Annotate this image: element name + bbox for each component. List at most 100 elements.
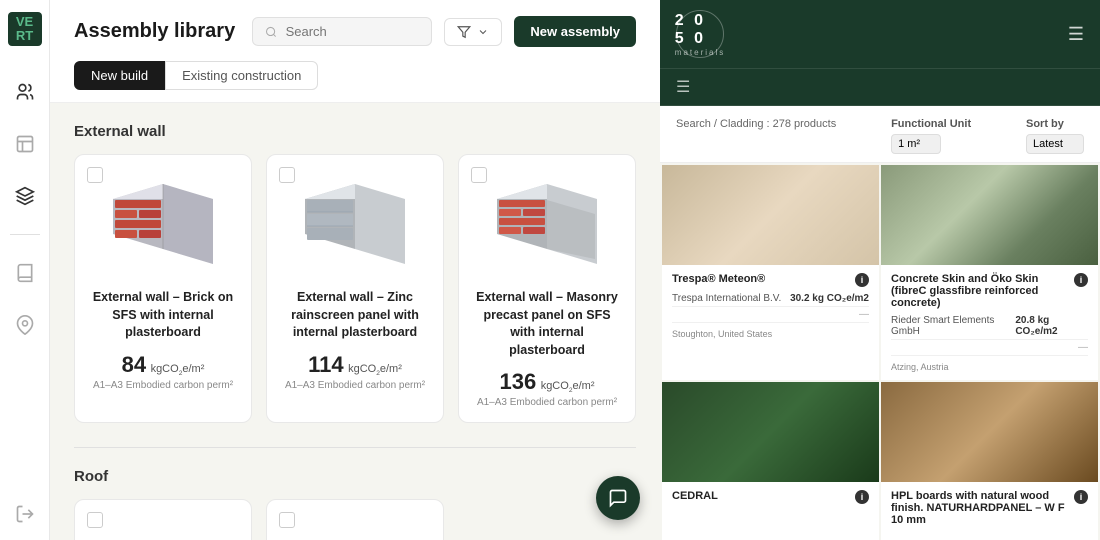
metric-label-trespa: Trespa International B.V. — [672, 293, 781, 304]
product-card-concrete[interactable]: Concrete Skin and Öko Skin (fibreC glass… — [881, 165, 1098, 380]
product-name-concrete: Concrete Skin and Öko Skin (fibreC glass… — [891, 273, 1088, 309]
product-card-trespa[interactable]: Trespa® Meteon® i Trespa International B… — [662, 165, 879, 380]
product-info-trespa: Trespa® Meteon® i Trespa International B… — [662, 265, 879, 347]
card-checkbox-roof-flat[interactable] — [87, 512, 103, 528]
right-content-header: Search / Cladding : 278 products Functio… — [660, 106, 1100, 163]
section-roof-title: Roof — [74, 468, 636, 485]
card-title-masonry: External wall – Masonry precast panel on… — [473, 289, 621, 359]
card-roof-flat[interactable] — [74, 499, 252, 540]
right-logo: 2 0 5 0 materials — [676, 10, 724, 58]
chevron-down-icon — [477, 26, 489, 38]
card-unit-brick: kgCO2e/m² — [151, 363, 205, 375]
card-masonry[interactable]: External wall – Masonry precast panel on… — [458, 154, 636, 423]
product-location-concrete: Atzing, Austria — [891, 362, 949, 372]
product-grid: Trespa® Meteon® i Trespa International B… — [660, 163, 1100, 540]
card-metrics-brick: 84 kgCO2e/m² A1–A3 Embodied carbon perm² — [89, 352, 237, 391]
page-title: Assembly library — [74, 20, 240, 43]
card-value-masonry: 136 — [500, 369, 537, 394]
metric-row2-trespa: — — [672, 309, 869, 323]
card-sub-brick: A1–A3 Embodied carbon perm² — [89, 380, 237, 391]
metric-brand-concrete: Rieder Smart Elements GmbH — [891, 315, 1015, 337]
filter-button[interactable] — [444, 18, 502, 46]
product-image-cedral — [662, 382, 879, 482]
card-brick[interactable]: External wall – Brick on SFS with intern… — [74, 154, 252, 423]
card-unit-zinc: kgCO2e/m² — [348, 363, 402, 375]
card-image-roof-flat — [89, 514, 237, 540]
functional-unit-label: Functional Unit — [891, 118, 971, 130]
new-assembly-button[interactable]: New assembly — [514, 16, 636, 47]
sidebar-item-building[interactable] — [11, 130, 39, 158]
product-card-cedral[interactable]: CEDRAL i — [662, 382, 879, 540]
card-image-brick — [89, 169, 237, 279]
product-image-trespa — [662, 165, 879, 265]
card-image-roof-green — [281, 514, 429, 540]
external-wall-cards: External wall – Brick on SFS with intern… — [74, 154, 636, 423]
product-info-concrete: Concrete Skin and Öko Skin (fibreC glass… — [881, 265, 1098, 380]
brick-wall-svg — [103, 174, 223, 274]
right-content: Search / Cladding : 278 products Functio… — [660, 106, 1100, 540]
sort-select[interactable]: Latest — [1026, 134, 1084, 154]
info-badge-cedral: i — [855, 490, 869, 504]
hamburger-icon[interactable]: ☰ — [1068, 24, 1084, 45]
zinc-wall-svg — [295, 174, 415, 274]
product-card-hpl[interactable]: HPL boards with natural wood finish. NAT… — [881, 382, 1098, 540]
card-image-zinc — [281, 169, 429, 279]
metric-row-co2-concrete: Rieder Smart Elements GmbH 20.8 kg CO₂e/… — [891, 315, 1088, 340]
assembly-body: External wall — [50, 103, 660, 540]
sidebar-item-users[interactable] — [11, 78, 39, 106]
product-metrics-trespa: Trespa International B.V. 30.2 kg CO₂e/m… — [672, 293, 869, 339]
metric-value-co2-concrete: 20.8 kg CO₂e/m2 — [1015, 315, 1088, 337]
product-image-hpl — [881, 382, 1098, 482]
tab-existing-construction[interactable]: Existing construction — [165, 61, 318, 90]
info-badge-hpl: i — [1074, 490, 1088, 504]
main-wrapper: Assembly library New assembly New build … — [50, 0, 660, 540]
card-checkbox-roof-green[interactable] — [279, 512, 295, 528]
metric-row-co2-trespa: Trespa International B.V. 30.2 kg CO₂e/m… — [672, 293, 869, 307]
card-sub-zinc: A1–A3 Embodied carbon perm² — [281, 380, 429, 391]
left-sidebar: VERT — [0, 0, 50, 540]
card-value-brick: 84 — [122, 352, 146, 377]
product-name-cedral: CEDRAL i — [672, 490, 869, 504]
sidebar-item-logout[interactable] — [11, 500, 39, 528]
sidebar-item-location[interactable] — [11, 311, 39, 339]
functional-unit-select[interactable]: 1 m² — [891, 134, 941, 154]
sidebar-divider — [10, 234, 40, 235]
chat-icon — [608, 488, 628, 508]
search-input[interactable] — [286, 24, 420, 39]
header: Assembly library New assembly New build … — [50, 0, 660, 103]
card-value-zinc: 114 — [308, 352, 344, 377]
masonry-wall-svg — [487, 174, 607, 274]
tab-row: New build Existing construction — [74, 61, 636, 90]
roof-green-svg — [295, 529, 415, 540]
card-metrics-zinc: 114 kgCO2e/m² A1–A3 Embodied carbon perm… — [281, 352, 429, 391]
card-checkbox-brick[interactable] — [87, 167, 103, 183]
metric-dash1-concrete: — — [1078, 342, 1088, 353]
fab-button[interactable] — [596, 476, 640, 520]
sidebar-item-layers[interactable] — [11, 182, 39, 210]
card-sub-masonry: A1–A3 Embodied carbon perm² — [473, 397, 621, 408]
product-name-trespa: Trespa® Meteon® i — [672, 273, 869, 287]
lines-icon: ☰ — [676, 77, 690, 97]
sidebar-item-book[interactable] — [11, 259, 39, 287]
card-image-masonry — [473, 169, 621, 279]
tab-new-build[interactable]: New build — [74, 61, 165, 90]
roof-cards — [74, 499, 636, 540]
product-image-concrete — [881, 165, 1098, 265]
metric-dash1-trespa: — — [859, 309, 869, 320]
search-box[interactable] — [252, 17, 432, 46]
filter-icon — [457, 25, 471, 39]
app-logo: VERT — [8, 12, 42, 46]
logo-sub: materials — [675, 48, 725, 57]
card-unit-masonry: kgCO2e/m² — [541, 380, 595, 392]
card-zinc[interactable]: External wall – Zinc rainscreen panel wi… — [266, 154, 444, 423]
product-info-cedral: CEDRAL i — [662, 482, 879, 518]
roof-flat-svg — [103, 529, 223, 540]
section-divider — [74, 447, 636, 448]
product-name-hpl: HPL boards with natural wood finish. NAT… — [891, 490, 1088, 526]
right-header: 2 0 5 0 materials ☰ — [660, 0, 1100, 69]
card-checkbox-zinc[interactable] — [279, 167, 295, 183]
card-checkbox-masonry[interactable] — [471, 167, 487, 183]
product-footer-concrete: Atzing, Austria — [891, 362, 1088, 372]
logo-numbers: 2 0 5 0 — [675, 12, 725, 48]
card-roof-green[interactable] — [266, 499, 444, 540]
